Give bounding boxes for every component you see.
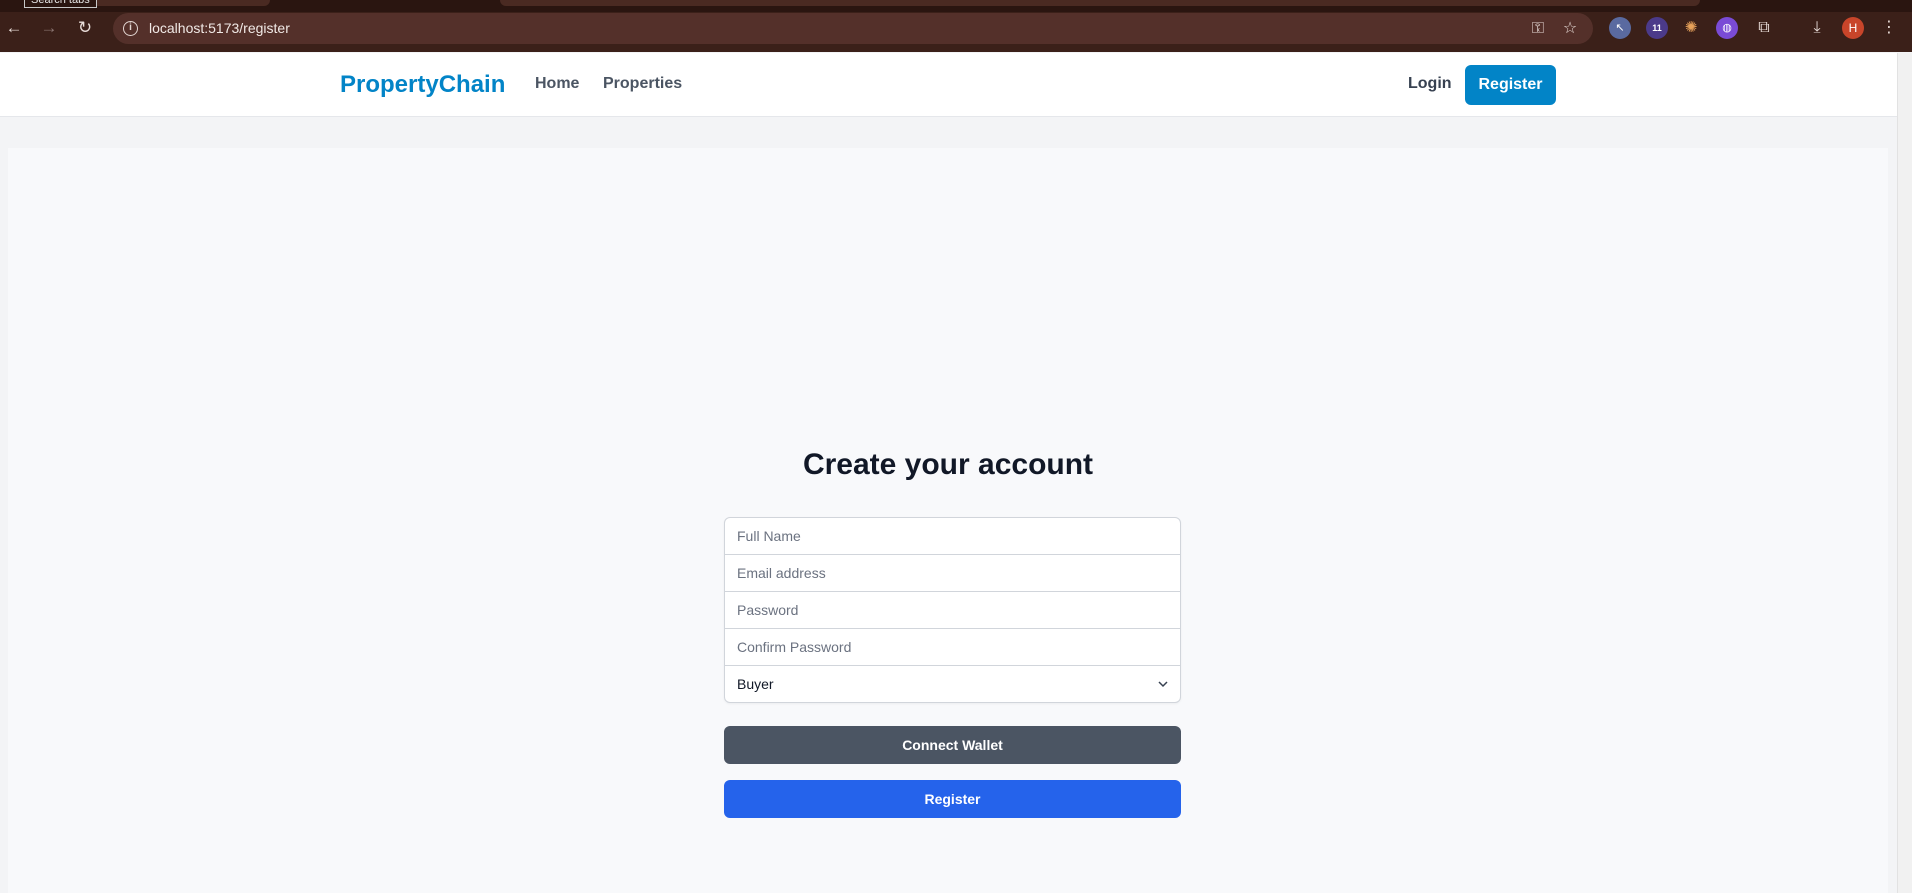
brand-logo[interactable]: PropertyChain: [340, 71, 505, 99]
register-nav-button[interactable]: Register: [1465, 65, 1556, 105]
extension-cursor-icon[interactable]: ↖: [1609, 17, 1631, 39]
nav-link-home[interactable]: Home: [535, 75, 579, 93]
app-navbar: PropertyChain Home Properties Login Regi…: [0, 53, 1897, 117]
nav-link-properties[interactable]: Properties: [603, 75, 682, 93]
register-panel: Create your account Full Name Email addr…: [8, 148, 1888, 893]
connect-wallet-button[interactable]: Connect Wallet: [724, 726, 1181, 764]
tab-search-tooltip: Search tabs: [24, 0, 97, 8]
site-info-icon[interactable]: i: [123, 21, 138, 36]
menu-dots-icon[interactable]: ⋮: [1878, 17, 1900, 39]
key-icon[interactable]: ⚿: [1527, 18, 1549, 40]
address-bar[interactable]: i localhost:5173/register ⚿ ☆: [113, 13, 1593, 44]
profile-avatar[interactable]: H: [1842, 17, 1864, 39]
puzzle-icon[interactable]: ⧉: [1753, 17, 1775, 39]
browser-tab[interactable]: [500, 0, 1700, 6]
password-field[interactable]: Password: [725, 592, 1180, 629]
reload-icon[interactable]: ↻: [74, 17, 96, 39]
cookie-icon[interactable]: ✺: [1680, 17, 1702, 39]
tab-strip: [0, 0, 1912, 12]
register-form: Full Name Email address Password Confirm…: [724, 517, 1181, 703]
chevron-down-icon: [1158, 681, 1168, 688]
register-submit-button[interactable]: Register: [724, 780, 1181, 818]
browser-tab[interactable]: [90, 0, 270, 6]
role-select-value: Buyer: [737, 676, 774, 692]
extension-globe-icon[interactable]: ◍: [1716, 17, 1738, 39]
url-text[interactable]: localhost:5173/register: [149, 20, 290, 36]
star-icon[interactable]: ☆: [1559, 18, 1581, 40]
download-icon[interactable]: ⤓: [1806, 17, 1828, 39]
confirm-password-field[interactable]: Confirm Password: [725, 629, 1180, 666]
back-icon[interactable]: ←: [3, 17, 25, 39]
forward-icon[interactable]: →: [38, 17, 60, 39]
page-viewport: PropertyChain Home Properties Login Regi…: [0, 53, 1912, 893]
role-select[interactable]: Buyer: [725, 666, 1180, 702]
page-title: Create your account: [802, 448, 1094, 481]
login-link[interactable]: Login: [1408, 75, 1452, 93]
page-scrollbar[interactable]: [1897, 53, 1912, 893]
extension-badge-icon[interactable]: 11: [1646, 17, 1668, 39]
extension-badge-count: 11: [1652, 23, 1662, 33]
browser-toolbar: Search tabs ← → ↻ i localhost:5173/regis…: [0, 0, 1912, 52]
email-field[interactable]: Email address: [725, 555, 1180, 592]
full-name-field[interactable]: Full Name: [725, 518, 1180, 555]
